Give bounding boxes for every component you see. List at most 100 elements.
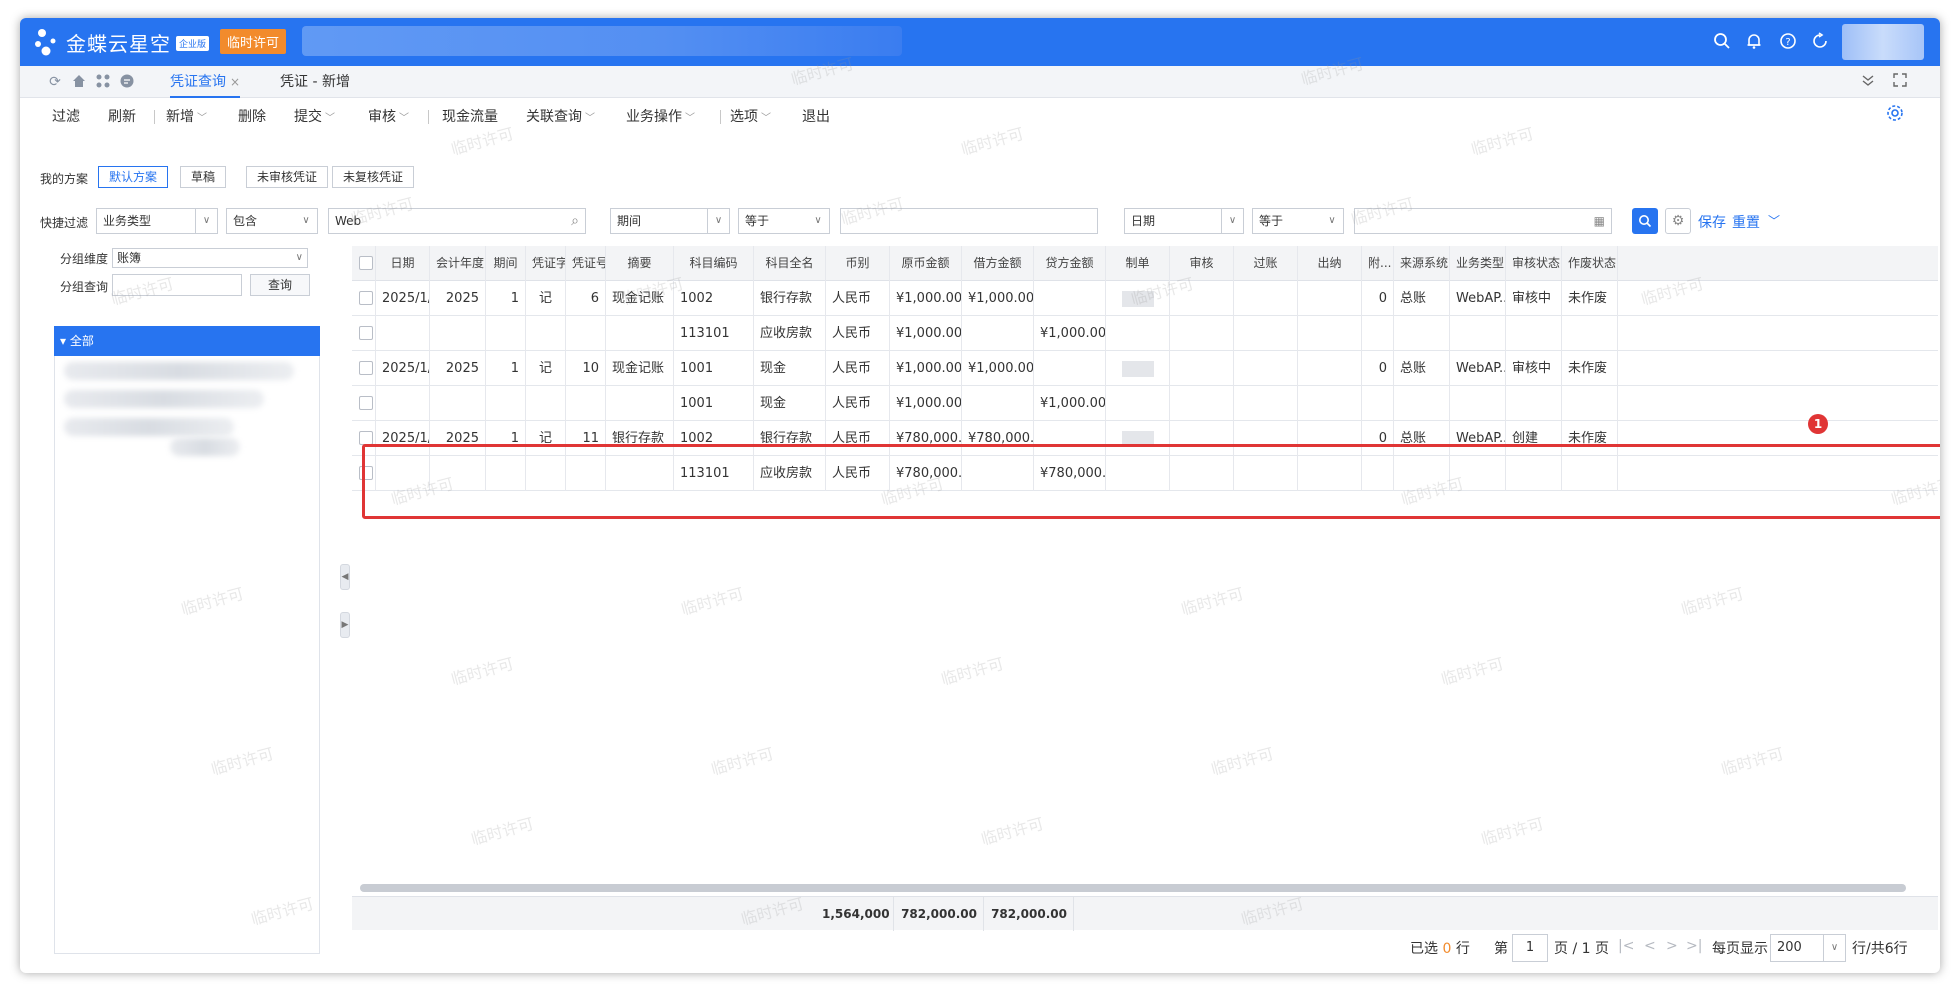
last-page-icon[interactable]: >| <box>1686 938 1702 954</box>
row-checkbox[interactable] <box>352 386 376 421</box>
checkbox-icon[interactable] <box>359 326 373 340</box>
search-button[interactable] <box>1632 208 1658 234</box>
table-row[interactable]: 1001 现金 人民币 ¥1,000.00 ¥1,000.00 <box>352 386 1938 421</box>
table-row[interactable]: 2025/1/220251记11银行存款1002银行存款人民币¥780,000.… <box>352 421 1938 456</box>
scheme-label: 我的方案 <box>40 172 89 186</box>
reset-link[interactable]: 重置 <box>1732 212 1760 232</box>
cell-audit-status <box>1506 456 1562 491</box>
exit-button[interactable]: 退出 <box>802 106 830 126</box>
fullscreen-icon[interactable] <box>1890 72 1910 92</box>
checkbox-icon[interactable] <box>359 361 373 375</box>
column-header-period: 期间 <box>486 246 526 281</box>
checkbox-icon[interactable] <box>359 291 373 305</box>
watermark: 临时许可 <box>449 653 516 689</box>
home-icon[interactable] <box>70 73 88 91</box>
filter-op-select-1[interactable]: 包含 ∨ <box>226 208 318 234</box>
filter-field-select-3[interactable]: 日期 ∨ <box>1124 208 1244 234</box>
apps-grid-icon[interactable] <box>94 73 112 91</box>
cash-flow-button[interactable]: 现金流量 <box>442 106 498 126</box>
table-row[interactable]: 113101应收房款人民币¥780,000.00¥780,000.00 <box>352 456 1938 491</box>
search-icon[interactable]: ⌕ <box>571 209 579 233</box>
horizontal-scrollbar[interactable] <box>360 884 1906 892</box>
user-avatar[interactable] <box>1842 24 1924 60</box>
close-icon[interactable]: × <box>230 75 240 89</box>
expand-chevron-icon[interactable]: ﹀ <box>1768 212 1780 229</box>
business-operation-label: 业务操作 <box>626 109 682 125</box>
save-scheme-link[interactable]: 保存 <box>1698 212 1726 232</box>
bell-icon[interactable] <box>1744 32 1764 52</box>
chat-icon[interactable] <box>118 73 136 91</box>
cell-account-name: 银行存款 <box>754 281 826 316</box>
checkbox-icon[interactable] <box>359 431 373 445</box>
prev-page-icon[interactable]: < <box>1644 938 1656 954</box>
filter-value-input-1[interactable]: Web ⌕ <box>328 208 586 234</box>
cell-audit-status: 审核中 <box>1506 281 1562 316</box>
per-page-select[interactable]: 200 ∨ <box>1770 934 1846 962</box>
settings-gear-icon[interactable] <box>1886 104 1904 127</box>
expand-right-icon[interactable]: ▶ <box>340 612 350 638</box>
row-checkbox[interactable] <box>352 351 376 386</box>
filter-date-input[interactable]: ▦ <box>1354 208 1612 234</box>
table-row[interactable]: 2025/1/...20251记6现金记账1002银行存款人民币¥1,000.0… <box>352 281 1938 316</box>
cell-preparer <box>1106 386 1170 421</box>
business-operation-button[interactable]: 业务操作 ﹀ <box>626 106 695 126</box>
filter-settings-icon[interactable]: ⚙ <box>1665 208 1691 234</box>
row-checkbox[interactable] <box>352 421 376 456</box>
cell-fiscal-year: 2025 <box>430 351 486 386</box>
cell-source-system: 总账 <box>1394 421 1450 456</box>
first-page-icon[interactable]: |< <box>1618 938 1634 954</box>
checkbox-icon[interactable] <box>359 466 373 480</box>
filter-field-select-1[interactable]: 业务类型 ∨ <box>96 208 218 234</box>
filter-op-select-2[interactable]: 等于 ∨ <box>738 208 830 234</box>
related-query-button[interactable]: 关联查询 ﹀ <box>526 106 595 126</box>
refresh-button[interactable]: 刷新 <box>108 106 136 126</box>
table-row[interactable]: 113101 应收房款 人民币 ¥1,000.00 ¥1,000.00 <box>352 316 1938 351</box>
checkbox-icon[interactable] <box>359 396 373 410</box>
table-row[interactable]: 2025/1/...20251记10现金记账1001现金人民币¥1,000.00… <box>352 351 1938 386</box>
row-checkbox[interactable] <box>352 316 376 351</box>
audit-button[interactable]: 审核 ﹀ <box>368 106 409 126</box>
group-dimension-select[interactable]: 账簿 ∨ <box>112 248 308 268</box>
brand-name: 金蝶云星空 <box>66 32 171 56</box>
cell-original-amount: ¥780,000.00 <box>890 421 962 456</box>
submit-button[interactable]: 提交 ﹀ <box>294 106 335 126</box>
filter-button[interactable]: 过滤 <box>52 106 80 126</box>
checkbox-icon[interactable] <box>359 256 373 270</box>
tab-voucher-query[interactable]: 凭证查询 × <box>170 66 241 98</box>
filter-value-input-2[interactable] <box>840 208 1098 234</box>
tree-root-all[interactable]: ▾ 全部 <box>54 326 320 356</box>
column-header-cashier: 出纳 <box>1298 246 1362 281</box>
refresh-icon[interactable] <box>1810 32 1830 52</box>
collapse-left-icon[interactable]: ◀ <box>340 564 350 590</box>
cell-attachments: 0 <box>1362 281 1394 316</box>
sync-icon[interactable]: ⟳ <box>46 73 64 91</box>
cell-voucher-word: 记 <box>526 351 566 386</box>
row-checkbox[interactable] <box>352 456 376 491</box>
filter-field-select-2[interactable]: 期间 ∨ <box>610 208 730 234</box>
scheme-unaudited[interactable]: 未审核凭证 <box>246 166 329 188</box>
delete-button[interactable]: 删除 <box>238 106 266 126</box>
help-icon[interactable]: ? <box>1778 32 1798 52</box>
cell-debit-amount: ¥780,000.00 <box>962 421 1034 456</box>
cell-currency: 人民币 <box>826 316 890 351</box>
page-number-input[interactable]: 1 <box>1512 934 1548 962</box>
scheme-draft[interactable]: 草稿 <box>180 166 227 188</box>
group-query-input[interactable] <box>112 274 242 296</box>
tab-voucher-new[interactable]: 凭证 - 新增 <box>280 66 350 98</box>
calendar-icon[interactable]: ▦ <box>1594 209 1605 233</box>
group-query-button[interactable]: 查询 <box>250 274 310 296</box>
select-all-checkbox[interactable] <box>352 246 376 281</box>
scheme-unreviewed[interactable]: 未复核凭证 <box>332 166 415 188</box>
options-button[interactable]: 选项 ﹀ <box>730 106 771 126</box>
cell-voucher-word: 记 <box>526 281 566 316</box>
filter-op-select-3[interactable]: 等于 ∨ <box>1252 208 1344 234</box>
next-page-icon[interactable]: > <box>1666 938 1678 954</box>
license-tag[interactable]: 临时许可 <box>220 29 287 54</box>
scheme-default[interactable]: 默认方案 <box>98 166 169 188</box>
row-checkbox[interactable] <box>352 281 376 316</box>
add-button[interactable]: 新增 ﹀ <box>166 106 207 126</box>
cell-void-status: 未作废 <box>1562 421 1618 456</box>
redacted-preparer <box>1121 290 1154 307</box>
collapse-down-icon[interactable] <box>1858 72 1878 92</box>
search-icon[interactable] <box>1712 32 1732 52</box>
